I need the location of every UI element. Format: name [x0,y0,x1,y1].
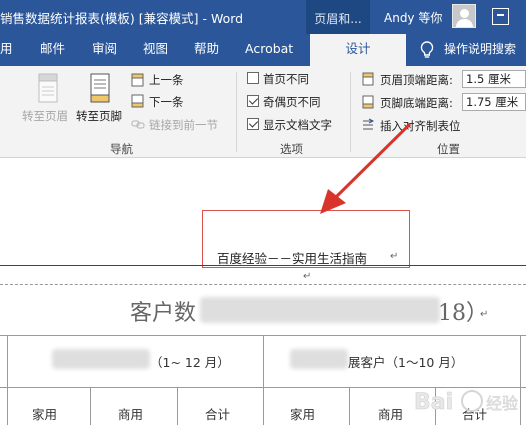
red-arrow-annotation [320,122,412,214]
document-area: 百度经验－－实用生活指南 ↵ ↵ 客户数 18） ↵ （1~ 12 月） 展客户… [0,122,526,425]
ribbon-design: 转至页眉 转至页脚 上一条 下一条 链接到前一节 导航 首页不同 奇偶页不同 显… [0,66,526,158]
show-doc-text-checkbox[interactable] [247,118,259,130]
diff-odd-even-label[interactable]: 奇偶页不同 [263,94,321,110]
header-top-input[interactable]: 1.5 厘米 [462,70,526,88]
table-col-header: 商用 [378,407,404,422]
table-border [263,335,264,425]
table-group-header: （1~ 12 月） [150,355,230,370]
blur-mask [52,349,150,369]
blur-mask [200,297,440,323]
next-icon [131,94,144,108]
tab-mailings[interactable]: 邮件 [40,34,65,66]
lightbulb-icon[interactable] [418,40,436,60]
table-border [7,335,8,425]
tab-use[interactable]: 用 [0,34,22,66]
table-border [90,387,91,425]
goto-header-button[interactable]: 转至页眉 [22,108,68,124]
goto-footer-button[interactable]: 转至页脚 [76,108,122,124]
paragraph-mark: ↵ [303,271,312,282]
diff-first-page-checkbox[interactable] [247,72,259,84]
svg-text:经验: 经验 [486,394,518,413]
table-col-header: 商用 [118,407,144,422]
diff-first-page-label[interactable]: 首页不同 [263,71,309,87]
tab-review[interactable]: 审阅 [92,34,117,66]
ribbon-tabs: 用 邮件 审阅 视图 帮助 Acrobat 设计 操作说明搜索 [0,34,526,66]
goto-footer-icon [90,73,110,103]
header-top-icon [362,72,374,86]
blur-mask [290,349,348,369]
tab-view[interactable]: 视图 [143,34,168,66]
baidu-jingyan-watermark: Bai 经验 [414,390,519,416]
table-group-header: 展客户（1～10 月） [348,355,464,370]
previous-icon [131,73,144,87]
avatar[interactable] [452,4,476,28]
link-to-previous-button[interactable]: 链接到前一节 [149,117,218,133]
diff-odd-even-checkbox[interactable] [247,95,259,107]
svg-text:Bai: Bai [414,390,453,415]
tab-acrobat[interactable]: Acrobat [245,34,293,66]
document-title: 客户数 [130,301,197,326]
previous-button[interactable]: 上一条 [149,72,184,88]
table-col-header: 家用 [290,407,316,422]
group-separator [236,72,237,152]
window-title: 销售数据统计报表(模板) [兼容模式] - Word [0,11,244,26]
tab-design[interactable]: 设计 [310,34,406,66]
next-button[interactable]: 下一条 [149,94,184,110]
title-bar: 销售数据统计报表(模板) [兼容模式] - Word 页眉和... Andy 等… [0,0,526,34]
context-tab-header-footer[interactable]: 页眉和... [306,0,370,34]
header-top-label: 页眉顶端距离: [380,73,453,87]
footer-bottom-label: 页脚底端距离: [380,96,453,110]
link-icon [131,120,145,129]
ribbon-display-options-icon[interactable] [492,8,509,25]
table-border [349,387,350,425]
table-border [177,387,178,425]
tab-help[interactable]: 帮助 [194,34,219,66]
tell-me-search[interactable]: 操作说明搜索 [444,34,516,64]
user-name[interactable]: Andy 等你 [384,9,442,26]
header-border-line [0,265,526,266]
nav-group-label: 导航 [110,142,133,156]
table-col-header: 合计 [205,407,231,422]
position-group-label: 位置 [437,142,460,156]
paragraph-mark: ↵ [480,309,489,320]
footer-bottom-input[interactable]: 1.75 厘米 [462,93,526,111]
header-boundary-dashed [0,284,526,285]
goto-header-icon [38,73,58,103]
table-col-header: 家用 [32,407,58,422]
paragraph-mark: ↵ [390,251,399,262]
footer-bottom-icon [362,95,374,109]
